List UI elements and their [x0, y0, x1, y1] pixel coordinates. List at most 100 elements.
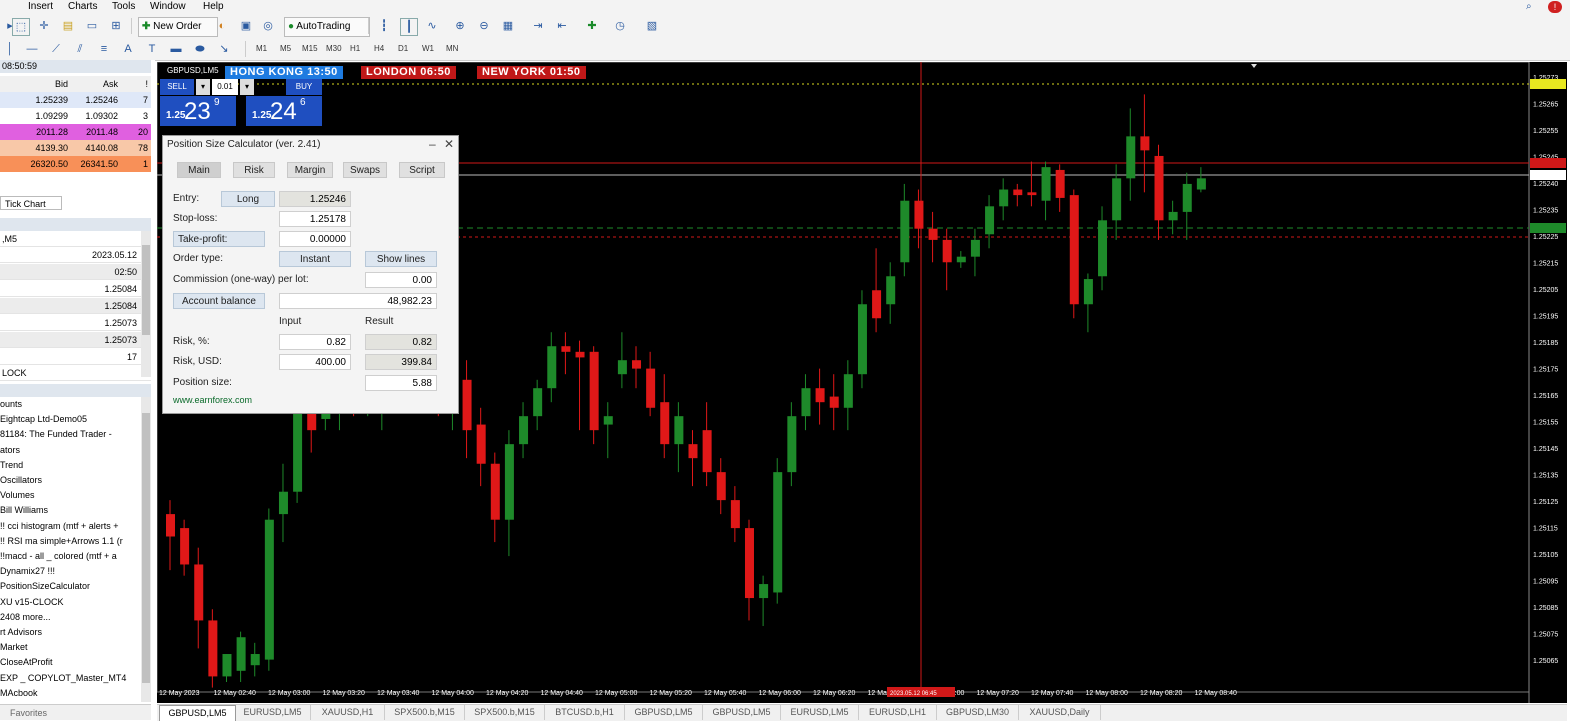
candle-body[interactable] — [942, 239, 952, 263]
alert-icon[interactable]: ! — [1548, 1, 1562, 13]
timeframe-h1[interactable]: H1 — [350, 42, 360, 56]
candle-body[interactable] — [956, 256, 966, 263]
navigator-item[interactable]: MAcbook — [0, 686, 140, 701]
navigator-item[interactable]: 2408 more... — [0, 610, 140, 625]
scrollbar-thumb[interactable] — [142, 245, 150, 335]
candle-body[interactable] — [166, 514, 175, 537]
ellipse-icon[interactable]: ⬬ — [192, 41, 208, 57]
menu-tools[interactable]: Tools — [112, 0, 135, 13]
candle-body[interactable] — [617, 360, 627, 375]
take-profit-field[interactable]: 0.00000 — [279, 231, 351, 247]
tick-chart-tab[interactable]: Tick Chart — [0, 196, 62, 210]
autotrading-button[interactable]: ● AutoTrading — [284, 17, 370, 37]
navigator-item[interactable]: Volumes — [0, 488, 140, 503]
timeframe-d1[interactable]: D1 — [398, 42, 408, 56]
chart-tab[interactable]: EURUSD,LH1 — [859, 705, 937, 720]
trendline-icon[interactable]: ⟋ — [48, 41, 64, 57]
buy-button[interactable]: BUY — [286, 79, 322, 95]
zoom-out-icon[interactable]: ⊖ — [476, 18, 492, 34]
menu-window[interactable]: Window — [150, 0, 186, 13]
sell-button[interactable]: SELL — [160, 79, 194, 95]
timeframe-m5[interactable]: M5 — [280, 42, 291, 56]
navigator-item[interactable]: Trend — [0, 458, 140, 473]
menu-charts[interactable]: Charts — [68, 0, 97, 13]
navigator-item[interactable]: !! cci histogram (mtf + alerts + — [0, 519, 140, 534]
candle-body[interactable] — [688, 444, 698, 459]
data-window-scrollbar[interactable] — [141, 231, 151, 377]
candle-body[interactable] — [1098, 220, 1108, 277]
sell-price[interactable]: 1.25 23 9 — [160, 96, 236, 126]
menu-insert[interactable]: Insert — [28, 0, 53, 13]
candle-body[interactable] — [801, 388, 811, 417]
chart-tab[interactable]: GBPUSD,LM30 — [937, 705, 1019, 720]
menu-help[interactable]: Help — [203, 0, 224, 13]
lot-size-input[interactable]: 0.01 — [212, 79, 238, 95]
account-balance-button[interactable]: Account balance — [173, 293, 265, 309]
chart-tab[interactable]: BTCUSD.b,H1 — [545, 705, 625, 720]
show-lines-button[interactable]: Show lines — [365, 251, 437, 267]
crosshair-icon[interactable]: ✛ — [36, 18, 52, 34]
navigator-item[interactable]: Bill Williams — [0, 503, 140, 518]
signals-icon[interactable]: ◎ — [260, 18, 276, 34]
fibonacci-icon[interactable]: ≡ — [96, 41, 112, 57]
equidistant-channel-icon[interactable]: ⫽ — [72, 41, 88, 57]
text-label-icon[interactable]: T — [144, 41, 160, 57]
candle-body[interactable] — [1112, 178, 1122, 221]
lot-increase-button[interactable]: ▾ — [240, 79, 254, 95]
tab-risk[interactable]: Risk — [233, 162, 275, 178]
timeframe-h4[interactable]: H4 — [374, 42, 384, 56]
candle-body[interactable] — [1013, 189, 1023, 196]
candle-body[interactable] — [476, 424, 486, 464]
navigator-item[interactable]: XU v15-CLOCK — [0, 595, 140, 610]
navigator-item[interactable]: 81184: The Funded Trader - — [0, 427, 140, 442]
commission-field[interactable]: 0.00 — [365, 272, 437, 288]
candle-body[interactable] — [970, 239, 980, 257]
candle-body[interactable] — [561, 346, 571, 352]
select-icon[interactable]: ⬚ — [12, 18, 30, 36]
stop-loss-field[interactable]: 1.25178 — [279, 211, 351, 227]
risk-usd-input[interactable]: 400.00 — [279, 354, 351, 370]
candle-body[interactable] — [222, 654, 232, 677]
autoscroll-icon[interactable]: ⇥ — [530, 18, 546, 34]
chart-tab[interactable]: EURUSD,LM5 — [235, 705, 311, 720]
candle-body[interactable] — [843, 374, 853, 408]
navigator-item[interactable]: rt Advisors — [0, 625, 140, 640]
candle-body[interactable] — [872, 290, 882, 319]
tab-main[interactable]: Main — [177, 162, 221, 178]
navigator-item[interactable]: PositionSizeCalculator — [0, 579, 140, 594]
candle-body[interactable] — [1196, 178, 1206, 190]
navigator-item[interactable]: Oscillators — [0, 473, 140, 488]
arrows-icon[interactable]: ↘ — [216, 41, 232, 57]
candle-body[interactable] — [462, 379, 472, 431]
navigator-item[interactable]: Market — [0, 640, 140, 655]
candle-body[interactable] — [660, 402, 670, 445]
chart-shift-icon[interactable]: ⇤ — [554, 18, 570, 34]
candle-body[interactable] — [504, 444, 514, 520]
candle-body[interactable] — [716, 472, 726, 501]
indicators-icon[interactable]: ✚ — [584, 18, 600, 34]
bar-chart-icon[interactable]: ┇ — [376, 18, 392, 34]
timeframe-mn[interactable]: MN — [446, 42, 458, 56]
candle-body[interactable] — [857, 304, 867, 375]
candle-body[interactable] — [603, 416, 613, 425]
candle-body[interactable] — [1083, 279, 1093, 305]
candle-body[interactable] — [236, 637, 246, 671]
text-icon[interactable]: A — [120, 41, 136, 57]
horizontal-line-icon[interactable]: — — [24, 41, 40, 57]
chart-tab[interactable]: SPX500.b,M15 — [385, 705, 465, 720]
chart-tab[interactable]: GBPUSD,LM5 — [159, 705, 236, 721]
chart-tab[interactable]: EURUSD,LM5 — [781, 705, 859, 720]
chart-tab[interactable]: XAUUSD,Daily — [1019, 705, 1101, 720]
timeframe-m15[interactable]: M15 — [302, 42, 318, 56]
chart-tab[interactable]: XAUUSD,H1 — [311, 705, 385, 720]
navigator-item[interactable]: EXP _ COPYLOT_Master_MT4 — [0, 671, 140, 686]
candle-body[interactable] — [519, 416, 529, 445]
candle-body[interactable] — [787, 416, 797, 473]
new-order-button[interactable]: ✚ New Order — [138, 17, 218, 37]
candle-body[interactable] — [1069, 195, 1079, 305]
window-icon[interactable]: ▭ — [84, 18, 100, 34]
candle-body[interactable] — [547, 346, 557, 389]
candle-body[interactable] — [250, 654, 260, 666]
navigator-item[interactable]: !! RSI ma simple+Arrows 1.1 (r — [0, 534, 140, 549]
candle-body[interactable] — [293, 407, 303, 492]
